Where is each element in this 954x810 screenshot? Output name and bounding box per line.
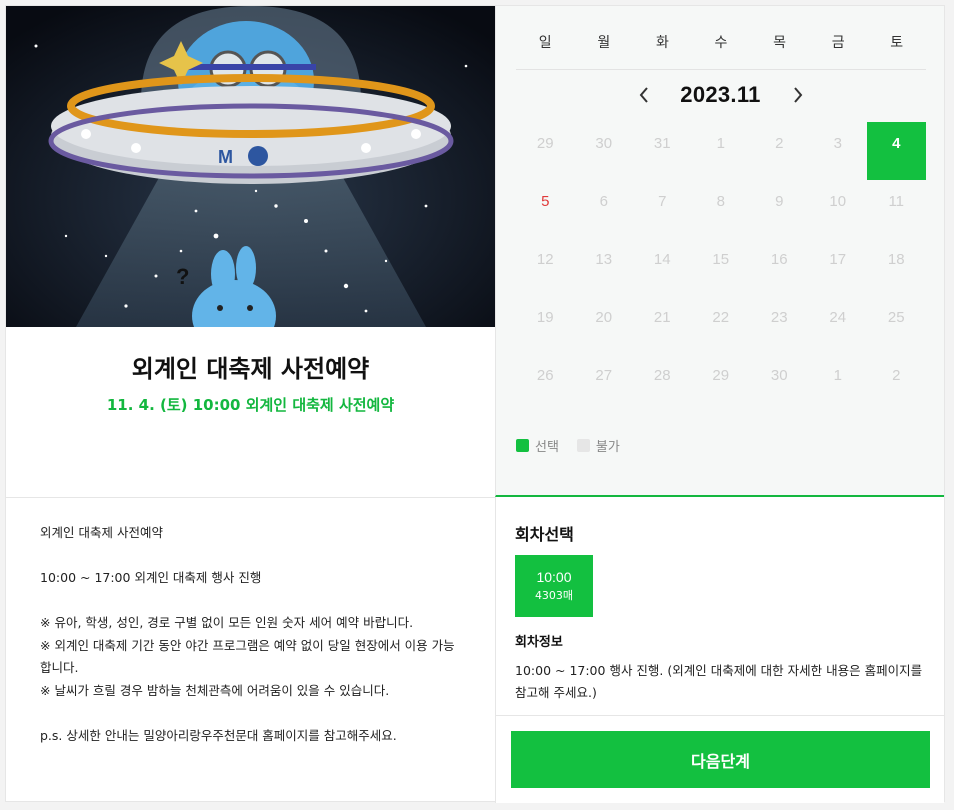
calendar-day: 12	[536, 251, 554, 268]
weekday-header: 일 월 화 수 목 금 토	[516, 32, 926, 70]
desc-spacer	[40, 702, 461, 725]
svg-text:?: ?	[176, 264, 189, 289]
calendar-day: 13	[595, 251, 613, 268]
weekday-mon: 월	[597, 35, 611, 51]
calendar-day: 24	[829, 309, 847, 326]
legend-available-swatch	[516, 439, 529, 452]
legend-unavailable-swatch	[576, 439, 590, 452]
weekday-sun: 일	[538, 35, 552, 51]
calendar-day: 11	[888, 193, 905, 210]
desc-line: p.s. 상세한 안내는 밀양아리랑우주천문대 홈페이지를 참고해주세요.	[40, 727, 397, 743]
session-info-text: 10:00 ~ 17:00 행사 진행. (외계인 대축제에 대한 자세한 내용…	[515, 663, 923, 700]
calendar-day: 17	[829, 251, 847, 268]
event-poster-image: M ?	[6, 6, 496, 327]
event-description: 외계인 대축제 사전예약 10:00 ~ 17:00 외계인 대축제 행사 진행…	[6, 497, 495, 803]
desc-line: ※ 외계인 대축제 기간 동안 야간 프로그램은 예약 없이 당일 현장에서 이…	[40, 637, 455, 676]
calendar-day: 2	[775, 135, 784, 152]
calendar-day: 19	[536, 309, 554, 326]
event-subtitle: 11. 4. (토) 10:00 외계인 대축제 사전예약	[106, 396, 395, 414]
session-heading: 회차선택	[515, 525, 574, 544]
calendar-day: 10	[829, 193, 847, 210]
event-title: 외계인 대축제 사전예약	[131, 355, 370, 383]
weekday-fri: 금	[831, 35, 845, 51]
calendar-day: 6	[599, 193, 608, 210]
desc-line: 10:00 ~ 17:00 외계인 대축제 행사 진행	[40, 570, 262, 585]
calendar-day: 26	[536, 367, 554, 384]
next-step-button[interactable]: 다음단계	[511, 731, 930, 788]
calendar: 일 월 화 수 목 금 토 2023.11 29 30 31 1 2 3 4 5 6 7 8 9 10 1…	[495, 6, 944, 497]
desc-spacer	[40, 590, 461, 613]
calendar-day: 28	[653, 367, 671, 384]
desc-spacer	[40, 545, 461, 568]
calendar-day-selected[interactable]: 4	[867, 122, 926, 180]
calendar-day: 15	[712, 251, 730, 268]
calendar-day: 31	[653, 135, 671, 152]
calendar-day: 2	[892, 367, 901, 384]
weekday-thu: 목	[773, 35, 786, 51]
session-slot-button[interactable]: 10:00 4303매	[515, 555, 593, 617]
calendar-day: 7	[658, 193, 667, 210]
calendar-day: 1	[833, 367, 842, 384]
calendar-day: 30	[770, 367, 788, 384]
calendar-day: 5	[541, 193, 550, 210]
desc-line: ※ 유아, 학생, 성인, 경로 구별 없이 모든 인원 숫자 세어 예약 바랍…	[40, 615, 414, 630]
svg-text:M: M	[218, 147, 233, 167]
month-label: 2023.11	[680, 82, 761, 107]
calendar-day: 3	[833, 135, 842, 152]
session-info-heading: 회차정보	[515, 635, 563, 650]
calendar-day: 27	[595, 367, 613, 384]
calendar-day: 9	[775, 193, 784, 210]
calendar-day: 21	[653, 309, 671, 326]
weekday-sat: 토	[890, 35, 904, 51]
calendar-day: 23	[770, 309, 788, 326]
calendar-day: 8	[716, 193, 725, 210]
calendar-day-grid: 29 30 31 1 2 3 4 5 6 7 8 9 10 11 12 13 14 15 16 17 18 19 20 21 2…	[516, 122, 926, 412]
calendar-day: 22	[712, 309, 730, 326]
chevron-left-icon	[639, 87, 648, 103]
event-header: 외계인 대축제 사전예약 11. 4. (토) 10:00 외계인 대축제 사전…	[6, 327, 495, 497]
calendar-day: 25	[887, 309, 905, 326]
legend-available-label: 선택	[535, 440, 559, 455]
month-navigation: 2023.11	[496, 80, 945, 110]
session-panel: 회차선택 10:00 4303매 회차정보 10:00 ~ 17:00 행사 진…	[495, 497, 944, 715]
desc-line: ※ 날씨가 흐릴 경우 밤하늘 천체관측에 어려움이 있을 수 있습니다.	[40, 682, 390, 698]
legend-unavailable-label: 불가	[595, 440, 620, 455]
calendar-day: 20	[595, 309, 613, 326]
calendar-day: 29	[712, 367, 730, 384]
weekday-wed: 수	[714, 35, 728, 51]
calendar-day: 14	[653, 251, 671, 268]
weekday-tue: 화	[655, 35, 669, 51]
calendar-day: 30	[595, 135, 613, 152]
calendar-legend: 선택 불가	[516, 436, 620, 455]
action-bar: 다음단계	[495, 715, 944, 803]
desc-line: 외계인 대축제 사전예약	[40, 525, 163, 540]
calendar-day: 29	[536, 135, 554, 152]
chevron-right-icon	[793, 87, 802, 103]
calendar-day: 16	[770, 251, 788, 268]
next-month-button[interactable]	[785, 82, 811, 108]
calendar-day: 1	[716, 135, 725, 152]
session-slot-time: 10:00	[536, 569, 572, 585]
session-slot-count: 4303매	[534, 589, 574, 602]
booking-panel: M ? 외계인 대축제 사전예약 11. 4. (토) 10:00 외계인 대축…	[5, 5, 945, 803]
calendar-day: 18	[887, 251, 905, 268]
prev-month-button[interactable]	[631, 82, 657, 108]
